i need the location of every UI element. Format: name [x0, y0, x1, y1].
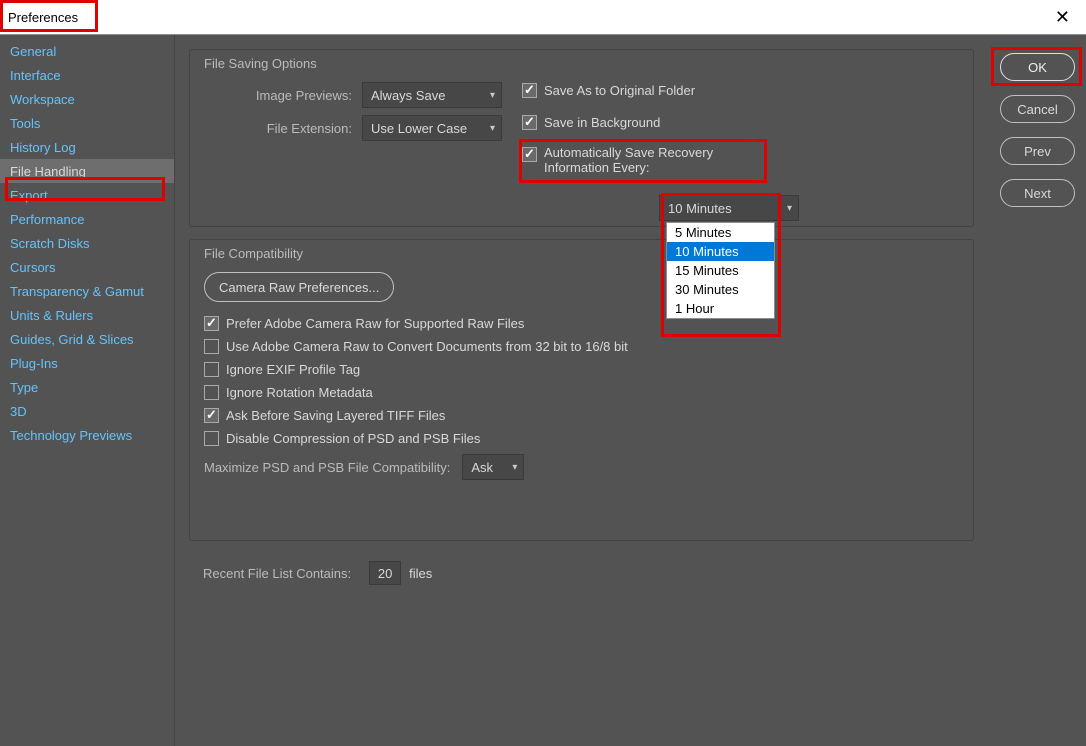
image-previews-select[interactable]: Always Save: [362, 82, 502, 108]
interval-option[interactable]: 30 Minutes: [667, 280, 774, 299]
sidebar-item-history-log[interactable]: History Log: [0, 135, 174, 159]
sidebar-item-tools[interactable]: Tools: [0, 111, 174, 135]
sidebar-item-units-rulers[interactable]: Units & Rulers: [0, 303, 174, 327]
sidebar-item-guides-grid-slices[interactable]: Guides, Grid & Slices: [0, 327, 174, 351]
save-in-bg-label: Save in Background: [544, 115, 660, 130]
group-label-compat: File Compatibility: [204, 246, 303, 261]
save-as-original-label: Save As to Original Folder: [544, 83, 695, 98]
sidebar-item-general[interactable]: General: [0, 39, 174, 63]
auto-save-label: Automatically Save Recovery Information …: [544, 145, 713, 175]
group-label: File Saving Options: [204, 56, 317, 71]
title-bar: Preferences ✕: [0, 0, 1086, 35]
content-panel: File Saving Options Image Previews: Alwa…: [175, 35, 1086, 746]
ignore-rotation-label: Ignore Rotation Metadata: [226, 385, 373, 400]
ignore-rotation-checkbox[interactable]: [204, 385, 219, 400]
interval-option[interactable]: 5 Minutes: [667, 223, 774, 242]
sidebar-item-technology-previews[interactable]: Technology Previews: [0, 423, 174, 447]
sidebar-item-export[interactable]: Export: [0, 183, 174, 207]
interval-option[interactable]: 1 Hour: [667, 299, 774, 318]
close-icon[interactable]: ✕: [1049, 7, 1076, 28]
interval-option[interactable]: 10 Minutes: [667, 242, 774, 261]
interval-option[interactable]: 15 Minutes: [667, 261, 774, 280]
save-in-bg-checkbox[interactable]: [522, 115, 537, 130]
dialog-title: Preferences: [8, 10, 78, 25]
ok-button[interactable]: OK: [1000, 53, 1075, 81]
prefer-acr-label: Prefer Adobe Camera Raw for Supported Ra…: [226, 316, 524, 331]
file-extension-select[interactable]: Use Lower Case: [362, 115, 502, 141]
auto-save-interval-dropdown[interactable]: 5 Minutes 10 Minutes 15 Minutes 30 Minut…: [666, 222, 775, 319]
recent-files-label: Recent File List Contains:: [203, 566, 361, 581]
next-button[interactable]: Next: [1000, 179, 1075, 207]
sidebar-item-file-handling[interactable]: File Handling: [0, 159, 174, 183]
auto-save-checkbox[interactable]: [522, 147, 537, 162]
sidebar-item-type[interactable]: Type: [0, 375, 174, 399]
group-file-compatibility: File Compatibility Camera Raw Preference…: [189, 239, 974, 541]
ignore-exif-checkbox[interactable]: [204, 362, 219, 377]
prev-button[interactable]: Prev: [1000, 137, 1075, 165]
auto-save-interval-select[interactable]: 10 Minutes: [659, 195, 799, 221]
max-compat-select[interactable]: Ask: [462, 454, 524, 480]
prefer-acr-checkbox[interactable]: [204, 316, 219, 331]
file-extension-label: File Extension:: [242, 121, 362, 136]
ask-tiff-checkbox[interactable]: [204, 408, 219, 423]
disable-psd-comp-label: Disable Compression of PSD and PSB Files: [226, 431, 480, 446]
disable-psd-comp-checkbox[interactable]: [204, 431, 219, 446]
sidebar-item-performance[interactable]: Performance: [0, 207, 174, 231]
save-as-original-checkbox[interactable]: [522, 83, 537, 98]
camera-raw-preferences-button[interactable]: Camera Raw Preferences...: [204, 272, 394, 302]
preferences-sidebar: General Interface Workspace Tools Histor…: [0, 35, 175, 746]
group-file-saving: File Saving Options Image Previews: Alwa…: [189, 49, 974, 227]
sidebar-item-workspace[interactable]: Workspace: [0, 87, 174, 111]
ignore-exif-label: Ignore EXIF Profile Tag: [226, 362, 360, 377]
sidebar-item-transparency-gamut[interactable]: Transparency & Gamut: [0, 279, 174, 303]
sidebar-item-interface[interactable]: Interface: [0, 63, 174, 87]
sidebar-item-3d[interactable]: 3D: [0, 399, 174, 423]
dialog-buttons: OK Cancel Prev Next: [1000, 53, 1075, 207]
recent-files-input[interactable]: [369, 561, 401, 585]
cancel-button[interactable]: Cancel: [1000, 95, 1075, 123]
sidebar-item-cursors[interactable]: Cursors: [0, 255, 174, 279]
max-compat-label: Maximize PSD and PSB File Compatibility:: [204, 460, 462, 475]
auto-save-label-line2: Information Every:: [544, 160, 650, 175]
sidebar-item-plug-ins[interactable]: Plug-Ins: [0, 351, 174, 375]
recent-files-suffix: files: [409, 566, 432, 581]
acr-convert-label: Use Adobe Camera Raw to Convert Document…: [226, 339, 628, 354]
image-previews-label: Image Previews:: [242, 88, 362, 103]
ask-tiff-label: Ask Before Saving Layered TIFF Files: [226, 408, 445, 423]
sidebar-item-scratch-disks[interactable]: Scratch Disks: [0, 231, 174, 255]
acr-convert-checkbox[interactable]: [204, 339, 219, 354]
auto-save-label-line1: Automatically Save Recovery: [544, 145, 713, 160]
